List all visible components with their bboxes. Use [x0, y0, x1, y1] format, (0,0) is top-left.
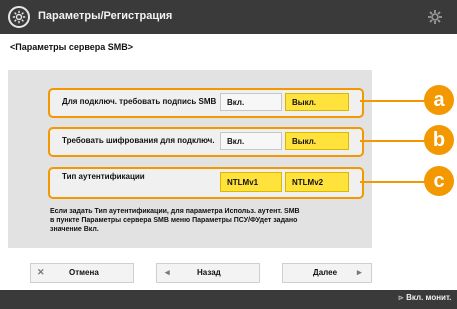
- note-line: значение Вкл.: [50, 226, 99, 233]
- status-bar: [0, 290, 457, 309]
- monitor-button-label: Вкл. монит.: [406, 293, 452, 302]
- option-ntlmv1-button[interactable]: NTLMv1: [220, 172, 282, 192]
- note-line: Если задать Тип аутентификации, для пара…: [50, 208, 300, 215]
- row-require-smb-signing: Для подключ. требовать подпись SMB Вкл. …: [48, 88, 364, 118]
- option-ntlmv2-button[interactable]: NTLMv2: [285, 172, 349, 192]
- callout-b-line: [360, 140, 428, 142]
- callout-a-badge: a: [424, 85, 454, 115]
- option-off-button[interactable]: Выкл.: [285, 93, 349, 111]
- option-on-button[interactable]: Вкл.: [220, 132, 282, 150]
- callout-c-badge: c: [424, 166, 454, 196]
- gear-icon[interactable]: [427, 9, 443, 25]
- arrow-right-icon: ▸: [357, 267, 362, 277]
- callout-c-line: [360, 181, 428, 183]
- arrow-left-icon: ◂: [165, 267, 170, 277]
- next-button[interactable]: Далее ▸: [282, 263, 372, 283]
- row-require-encryption: Требовать шифрования для подключ. Вкл. В…: [48, 127, 364, 157]
- monitor-icon: ⊳: [398, 295, 404, 302]
- row-label: Для подключ. требовать подпись SMB: [62, 97, 217, 106]
- option-off-button[interactable]: Выкл.: [285, 132, 349, 150]
- breadcrumb: <Параметры сервера SMB>: [10, 42, 134, 52]
- page-title: Параметры/Регистрация: [38, 10, 173, 22]
- monitor-button[interactable]: ⊳ Вкл. монит.: [398, 293, 451, 302]
- note-line: в пункте Параметры сервера SMB меню Пара…: [50, 217, 298, 224]
- row-label: Требовать шифрования для подключ.: [62, 136, 215, 145]
- close-icon: ✕: [37, 267, 45, 277]
- cancel-button[interactable]: ✕ Отмена: [30, 263, 134, 283]
- callout-b-badge: b: [424, 125, 454, 155]
- info-note: Если задать Тип аутентификации, для пара…: [50, 207, 360, 234]
- option-on-button[interactable]: Вкл.: [220, 93, 282, 111]
- row-authentication-type: Тип аутентификации NTLMv1 NTLMv2: [48, 167, 364, 199]
- back-button[interactable]: ◂ Назад: [156, 263, 260, 283]
- row-label: Тип аутентификации: [62, 172, 145, 181]
- callout-a-line: [360, 100, 428, 102]
- settings-registration-icon: [8, 6, 30, 28]
